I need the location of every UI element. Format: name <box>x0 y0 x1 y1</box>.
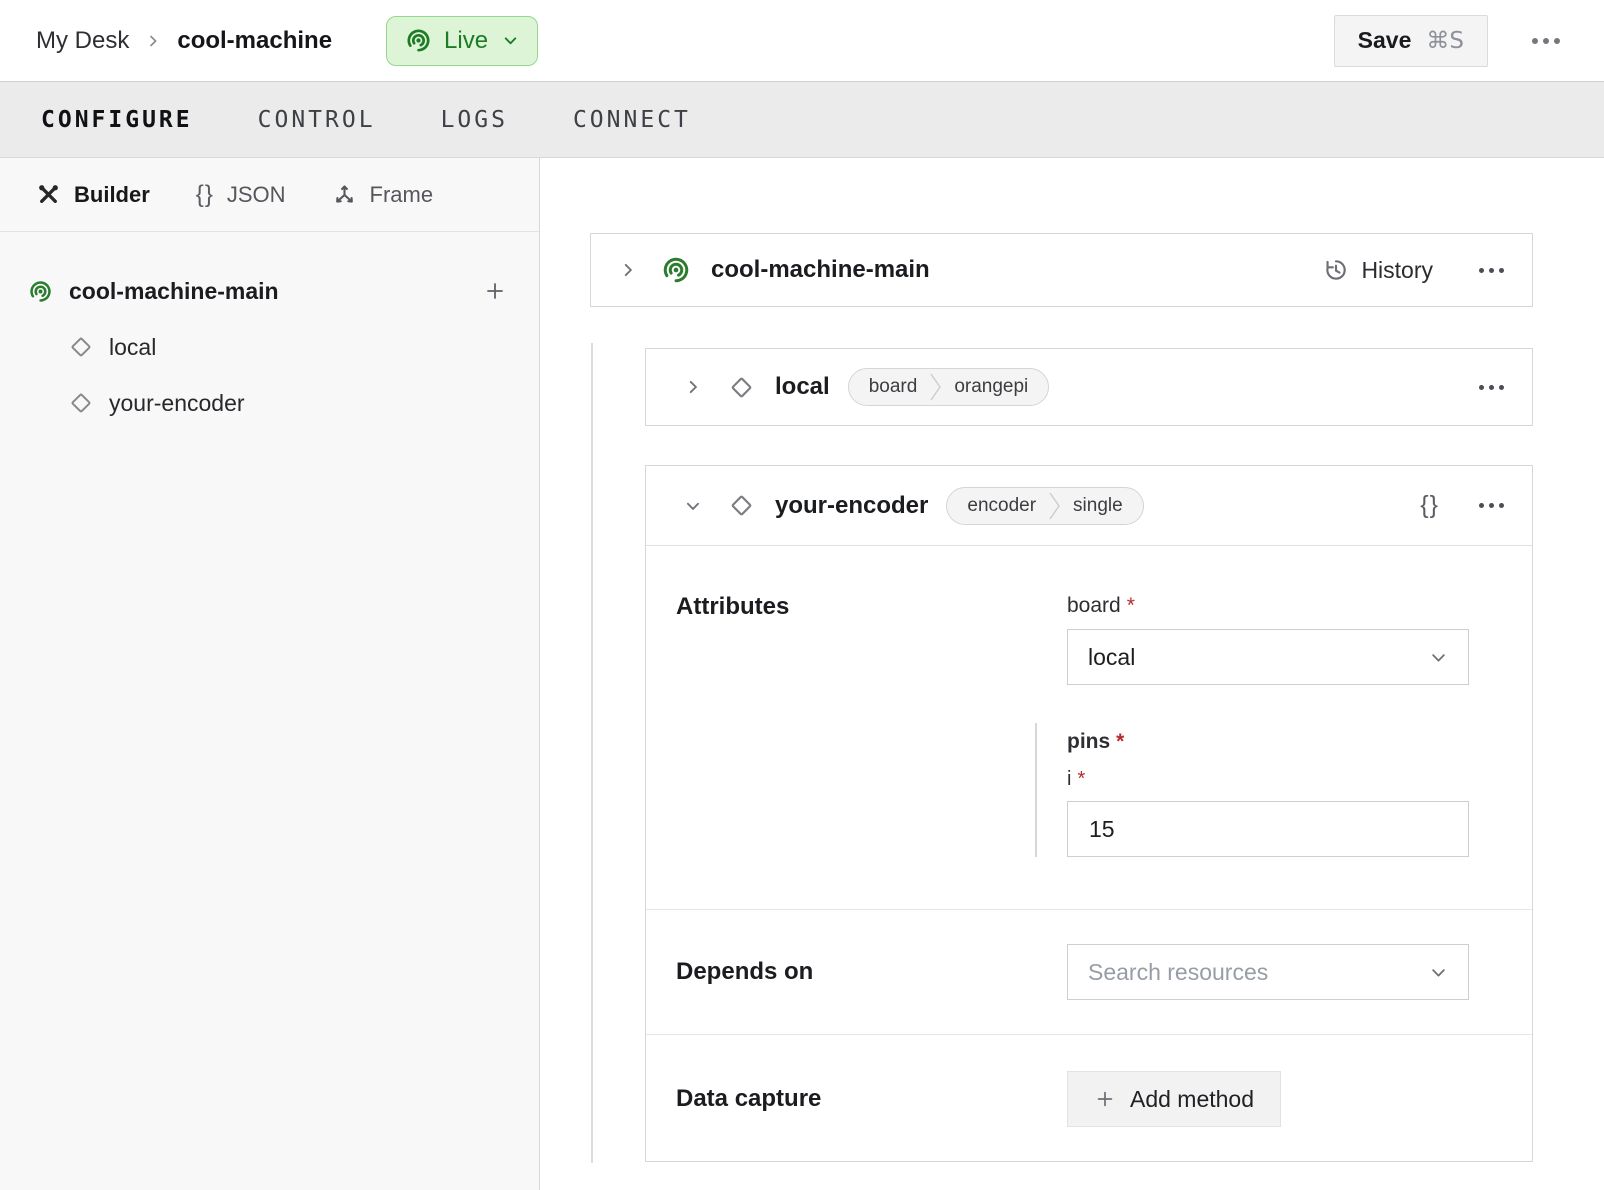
local-component-card: local board orangepi <box>645 348 1533 426</box>
add-method-button[interactable]: Add method <box>1067 1071 1281 1127</box>
tools-icon <box>36 182 61 207</box>
tree-item-label: your-encoder <box>109 390 245 417</box>
history-icon <box>1323 257 1349 283</box>
depends-on-placeholder: Search resources <box>1088 959 1268 986</box>
chevron-down-icon <box>1429 648 1448 667</box>
depends-on-section: Depends on Search resources <box>646 909 1532 1034</box>
tree-item-local[interactable]: local <box>0 326 539 368</box>
frame-axes-icon <box>332 182 357 207</box>
attributes-section-label: Attributes <box>676 593 1067 909</box>
component-diamond-icon <box>68 334 94 360</box>
edit-json-button[interactable]: {} <box>1420 491 1439 520</box>
badge-type: encoder <box>947 495 1048 517</box>
depends-on-label: Depends on <box>676 958 1067 986</box>
breadcrumb-separator-icon <box>145 33 161 49</box>
machine-card-menu-button[interactable] <box>1475 264 1508 277</box>
add-method-label: Add method <box>1130 1086 1254 1113</box>
component-type-badge: encoder single <box>946 487 1143 525</box>
save-button[interactable]: Save ⌘S <box>1334 15 1488 67</box>
badge-model: orangepi <box>942 376 1048 398</box>
badge-type: board <box>849 376 930 398</box>
save-label: Save <box>1358 27 1412 54</box>
view-switcher: Builder {} JSON Frame <box>0 158 539 232</box>
collapse-chevron-down-icon[interactable] <box>684 497 702 515</box>
tab-control[interactable]: CONTROL <box>258 107 376 133</box>
primary-nav-tabs: CONFIGURE CONTROL LOGS CONNECT <box>0 81 1604 158</box>
overflow-menu-button[interactable] <box>1528 34 1564 48</box>
top-bar: My Desk cool-machine Live Save ⌘S <box>0 0 1604 81</box>
history-button[interactable]: History <box>1323 257 1433 284</box>
viewtab-frame-label: Frame <box>370 182 434 208</box>
expand-chevron-right-icon[interactable] <box>684 378 702 396</box>
configure-panel: cool-machine-main History <box>540 158 1604 1190</box>
live-status-dropdown[interactable]: Live <box>386 16 538 66</box>
tree-item-machine-root[interactable]: cool-machine-main <box>0 270 539 312</box>
local-card-menu-button[interactable] <box>1475 381 1508 394</box>
expand-chevron-right-icon[interactable] <box>619 261 637 279</box>
braces-icon: {} <box>196 181 214 209</box>
i-field-label: i* <box>1067 767 1469 791</box>
required-mark: * <box>1077 768 1085 790</box>
machine-card-title: cool-machine-main <box>711 256 930 284</box>
viewtab-json-label: JSON <box>227 182 286 208</box>
viewtab-builder[interactable]: Builder <box>36 182 150 208</box>
viam-radar-icon <box>28 279 53 304</box>
component-type-badge: board orangepi <box>848 368 1050 406</box>
chevron-down-icon <box>502 32 519 49</box>
encoder-card-header: your-encoder encoder single {} <box>646 466 1532 546</box>
breadcrumb: My Desk cool-machine <box>36 27 332 55</box>
badge-separator-icon <box>1048 491 1061 521</box>
viewtab-frame[interactable]: Frame <box>332 182 434 208</box>
local-card-title: local <box>775 373 830 401</box>
history-label: History <box>1361 257 1433 284</box>
resource-tree: cool-machine-main local your-encoder <box>0 232 539 424</box>
data-capture-section: Data capture Add method <box>646 1034 1532 1163</box>
breadcrumb-parent-link[interactable]: My Desk <box>36 27 129 55</box>
component-diamond-icon <box>728 374 755 401</box>
plus-icon <box>1094 1088 1116 1110</box>
add-resource-button[interactable] <box>483 279 507 303</box>
tree-item-label: local <box>109 334 156 361</box>
builder-sidebar: Builder {} JSON Frame <box>0 158 540 1190</box>
pins-field-label: pins* <box>1067 729 1469 755</box>
required-mark: * <box>1116 730 1124 753</box>
viam-radar-icon <box>661 255 691 285</box>
board-field-label: board* <box>1067 593 1469 619</box>
viewtab-json[interactable]: {} JSON <box>196 181 286 209</box>
pin-i-input[interactable] <box>1067 801 1469 857</box>
tab-connect[interactable]: CONNECT <box>573 107 691 133</box>
chevron-down-icon <box>1429 963 1448 982</box>
breadcrumb-current: cool-machine <box>177 27 332 55</box>
viam-radar-icon <box>405 27 432 54</box>
pins-fieldset: pins* i* <box>1035 723 1469 857</box>
attributes-section: Attributes board* local pins* <box>646 546 1532 909</box>
badge-separator-icon <box>929 372 942 402</box>
required-mark: * <box>1127 594 1135 617</box>
save-shortcut: ⌘S <box>1426 28 1464 54</box>
tab-logs[interactable]: LOGS <box>441 107 508 133</box>
board-select[interactable]: local <box>1067 629 1469 685</box>
encoder-component-card: your-encoder encoder single {} Attribute… <box>645 465 1533 1162</box>
encoder-card-title: your-encoder <box>775 492 928 520</box>
machine-card: cool-machine-main History <box>590 233 1533 307</box>
depends-on-search-dropdown[interactable]: Search resources <box>1067 944 1469 1000</box>
tree-root-label: cool-machine-main <box>69 278 279 305</box>
board-select-value: local <box>1088 644 1135 671</box>
badge-model: single <box>1061 495 1143 517</box>
live-label: Live <box>444 27 488 55</box>
data-capture-label: Data capture <box>676 1085 1067 1113</box>
component-diamond-icon <box>68 390 94 416</box>
tab-configure[interactable]: CONFIGURE <box>41 107 193 133</box>
viewtab-builder-label: Builder <box>74 182 150 208</box>
tree-indent-guide <box>591 343 593 1163</box>
tree-item-your-encoder[interactable]: your-encoder <box>0 382 539 424</box>
component-diamond-icon <box>728 492 755 519</box>
encoder-card-menu-button[interactable] <box>1475 499 1508 512</box>
